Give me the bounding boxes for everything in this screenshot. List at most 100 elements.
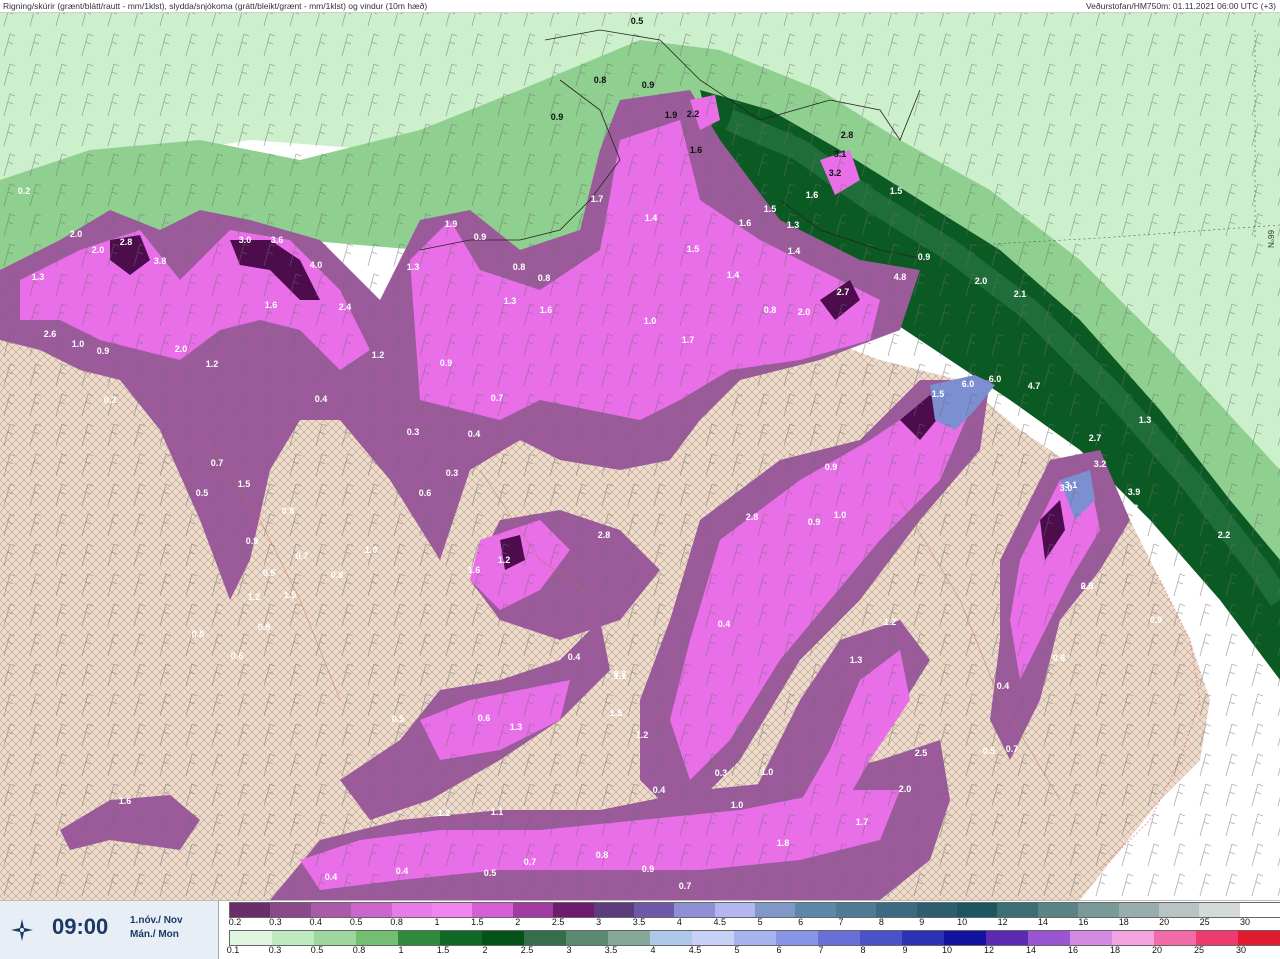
scale-tick-label: 7 [838, 917, 844, 927]
precip-value-label: 3.6 [271, 235, 284, 245]
precip-value-label: 1.2 [438, 808, 451, 818]
precip-value-label: 1.5 [610, 708, 623, 718]
scale-swatch [1112, 931, 1154, 945]
precip-value-label: 1.3 [510, 722, 523, 732]
scale-swatch [714, 903, 756, 917]
precip-value-label: 2.0 [175, 344, 188, 354]
precip-value-label: 0.5 [1081, 581, 1094, 591]
precip-value-label: 3.0 [239, 235, 252, 245]
precip-value-label: 2.8 [841, 130, 854, 140]
precip-value-label: 0.3 [614, 669, 627, 679]
scale-tick-label: 4 [650, 945, 656, 955]
scale-tick-label: 1 [398, 945, 404, 955]
precip-value-label: 2.1 [1014, 289, 1027, 299]
precip-value-label: 4.8 [894, 272, 907, 282]
scale-swatch [650, 931, 692, 945]
precip-value-label: 2.0 [798, 307, 811, 317]
scale-swatch [776, 931, 818, 945]
precip-value-label: 1.5 [687, 244, 700, 254]
precip-value-label: 0.4 [718, 619, 731, 629]
latitude-label: 66°N [1266, 230, 1275, 248]
compass-star-icon [11, 919, 33, 941]
scale-swatch [482, 931, 524, 945]
precip-value-label: 0.9 [642, 864, 655, 874]
precipitation-map: 0.5 0.8 0.9 2.2 1.9 0.9 2.8 3.1 3.2 1.5 1.5 1.6 1.3 1… [0, 13, 1280, 900]
scale-swatch [1078, 903, 1119, 917]
valid-date-line2: Mán./ Mon [130, 929, 179, 940]
precip-value-label: 1.5 [932, 389, 945, 399]
valid-time: 09:00 [52, 914, 109, 939]
precip-value-label: 0.4 [396, 866, 409, 876]
scale-tick-label: 3 [596, 917, 602, 927]
precip-value-label: 0.9 [551, 112, 564, 122]
precip-value-label: 0.8 [764, 305, 777, 315]
precip-value-label: 0.4 [315, 394, 328, 404]
scale-tick-label: 1.5 [471, 917, 484, 927]
precip-value-label: 0.9 [474, 232, 487, 242]
scale-tick-label: 3 [566, 945, 572, 955]
scale-swatch [593, 903, 634, 917]
scale-tick-label: 0.5 [310, 945, 324, 955]
precip-value-label: 0.9 [440, 358, 453, 368]
precip-value-label: 0.6 [478, 713, 491, 723]
precip-value-label: 2.7 [837, 287, 850, 297]
precip-value-label: 1.8 [777, 838, 790, 848]
precip-value-label: 0.9 [258, 622, 271, 632]
scale-swatch [860, 931, 902, 945]
precip-value-label: 0.7 [1006, 744, 1019, 754]
scale-tick-label: 4 [676, 917, 682, 927]
precip-value-label: 0.7 [491, 393, 504, 403]
precip-value-label: 3.3 [1126, 503, 1139, 513]
scale-tick-label: 0.3 [269, 917, 282, 927]
precip-value-label: 2.6 [44, 329, 57, 339]
title-bar: Rigning/skúrir (grænt/blátt/rautt - mm/1… [0, 0, 1280, 13]
scale-swatch [902, 931, 944, 945]
precip-value-label: 2.4 [339, 302, 352, 312]
precip-value-label: 0.3 [715, 768, 728, 778]
scale-swatch [818, 931, 860, 945]
scale-swatch [566, 931, 608, 945]
scale-tick-label: 0.4 [309, 917, 323, 927]
scale-tick-label: 9 [919, 917, 925, 927]
scale-tick-label: 14 [1037, 917, 1049, 927]
precip-value-label: 1.4 [645, 213, 658, 223]
scale-swatch [524, 931, 566, 945]
scale-tick-label: 8 [860, 945, 866, 955]
precip-value-label: 0.3 [407, 427, 420, 437]
precip-value-label: 2.0 [70, 229, 83, 239]
scale-tick-label: 20 [1159, 917, 1170, 927]
scale-swatch [553, 903, 594, 917]
scale-swatch [1238, 931, 1280, 945]
precip-value-label: 0.9 [97, 346, 110, 356]
scale-swatch [512, 903, 554, 917]
scale-swatch [608, 931, 650, 945]
precip-value-label: 0.4 [468, 429, 481, 439]
precip-value-label: 0.8 [513, 262, 526, 272]
precip-value-label: 1.3 [32, 272, 45, 282]
scale-tick-label: 12 [997, 917, 1008, 927]
scale-tick-label: 3.5 [632, 917, 646, 927]
scale-swatch [431, 903, 473, 917]
precip-value-label: 1.0 [761, 767, 774, 777]
scale-tick-label: 6 [776, 945, 782, 955]
precip-value-label: 0.6 [231, 651, 244, 661]
precip-value-label: 0.5 [983, 746, 996, 756]
precip-value-label: 1.7 [591, 194, 604, 204]
precip-value-label: 1.1 [491, 807, 504, 817]
precip-value-label: 4.7 [1028, 381, 1041, 391]
precip-value-label: 2.8 [598, 530, 611, 540]
scale-tick-label: 25 [1193, 945, 1205, 955]
precip-value-label: 1.9 [665, 110, 678, 120]
scale-tick-label: 5 [734, 945, 740, 955]
precip-value-label: 1.6 [739, 218, 752, 228]
scale-swatch [1028, 931, 1070, 945]
scale-tick-label: 2.5 [520, 945, 534, 955]
scale-tick-label: 0.8 [352, 945, 366, 955]
scale-tick-label: 6 [798, 917, 804, 927]
scale-tick-label: 4.5 [688, 945, 702, 955]
precip-value-label: 1.0 [644, 316, 657, 326]
precip-value-label: 0.8 [538, 273, 551, 283]
precip-value-label: 1.0 [731, 800, 744, 810]
precip-value-label: 0.4 [997, 681, 1010, 691]
scale-swatch [314, 931, 356, 945]
